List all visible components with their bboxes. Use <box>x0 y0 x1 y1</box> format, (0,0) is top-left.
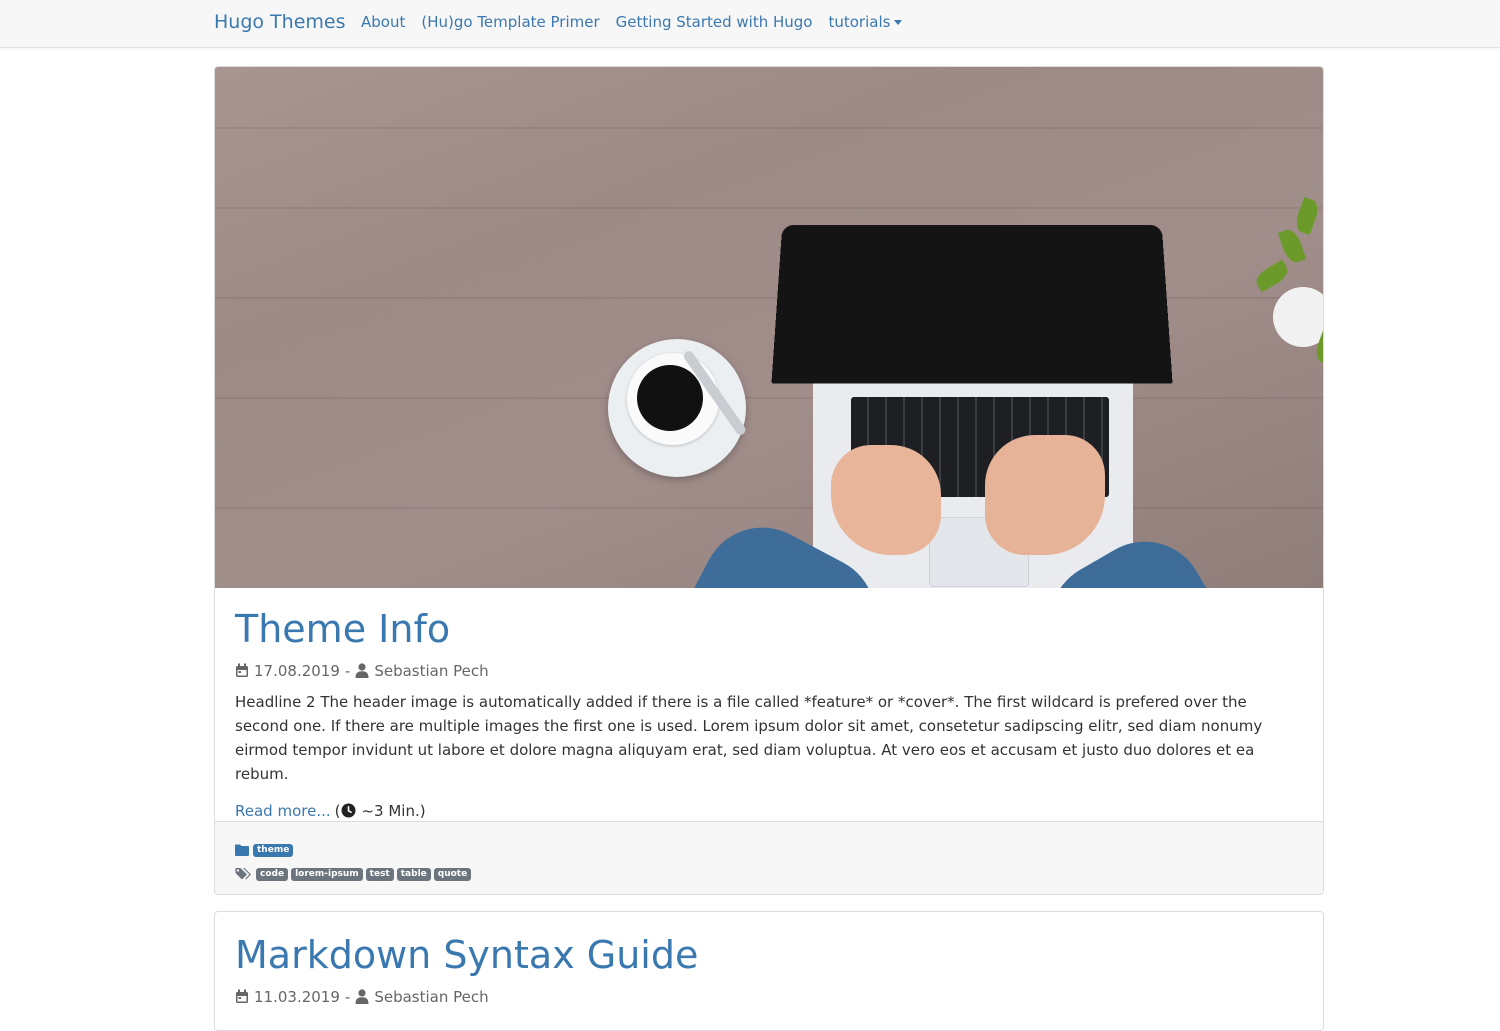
calendar-icon <box>236 989 248 1004</box>
coffee <box>637 365 703 431</box>
tag-badge[interactable]: quote <box>433 867 472 881</box>
post-footer: theme code lorem-ipsum test table quote <box>215 821 1323 894</box>
meta-separator: - <box>344 661 351 680</box>
folder-icon <box>235 844 249 856</box>
wood-plank-line <box>215 207 1323 209</box>
user-icon <box>355 989 369 1005</box>
post-summary: Headline 2 The header image is automatic… <box>235 692 1263 783</box>
category-row: theme <box>235 840 1303 860</box>
user-icon <box>355 663 369 679</box>
post-body: Markdown Syntax Guide 11.03.2019 - Sebas… <box>215 912 1323 1006</box>
plant-leaf <box>1292 196 1322 236</box>
tag-badge[interactable]: lorem-ipsum <box>291 867 363 881</box>
tags-row: code lorem-ipsum test table quote <box>235 864 1303 884</box>
read-more-link[interactable]: Read more... <box>235 802 331 820</box>
plant-leaf <box>1252 259 1292 293</box>
reading-time: ~3 Min.) <box>361 801 426 820</box>
wood-plank-line <box>215 127 1323 129</box>
nav-link-template-primer[interactable]: (Hu)go Template Primer <box>421 13 599 31</box>
nav-link-about[interactable]: About <box>361 13 405 31</box>
read-more-row: Read more... ( ~3 Min.) <box>235 802 1303 820</box>
caret-down-icon <box>894 20 903 25</box>
post-author: Sebastian Pech <box>374 661 489 680</box>
post-body: Theme Info 17.08.2019 - Sebastian Pech H… <box>215 588 1323 820</box>
reading-time-open: ( <box>334 801 341 820</box>
wood-plank-line <box>215 507 1323 509</box>
clock-icon <box>341 803 356 818</box>
right-hand <box>985 435 1105 555</box>
brand-link[interactable]: Hugo Themes <box>214 11 346 33</box>
nav-links: About (Hu)go Template Primer Getting Sta… <box>361 13 918 31</box>
nav-dropdown-label: tutorials <box>828 13 891 31</box>
post-card: Markdown Syntax Guide 11.03.2019 - Sebas… <box>214 911 1324 1031</box>
post-date: 17.08.2019 <box>254 661 340 680</box>
navbar: Hugo Themes About (Hu)go Template Primer… <box>0 0 1500 48</box>
tag-badge[interactable]: table <box>396 867 431 881</box>
calendar-icon <box>236 663 248 678</box>
post-meta: 17.08.2019 - Sebastian Pech <box>235 662 1303 680</box>
post-title[interactable]: Theme Info <box>235 607 1303 652</box>
post-date: 11.03.2019 <box>254 987 340 1006</box>
feature-image[interactable] <box>215 67 1323 588</box>
tag-badge[interactable]: code <box>256 867 289 881</box>
meta-separator: - <box>344 987 351 1006</box>
category-badge[interactable]: theme <box>253 843 294 857</box>
post-card: Theme Info 17.08.2019 - Sebastian Pech H… <box>214 66 1324 895</box>
tags-icon <box>235 868 251 880</box>
laptop-screen <box>771 224 1173 384</box>
wood-plank-line <box>215 397 1323 399</box>
post-title[interactable]: Markdown Syntax Guide <box>235 933 1303 978</box>
post-meta: 11.03.2019 - Sebastian Pech <box>235 988 1303 1006</box>
nav-dropdown-tutorials[interactable]: tutorials <box>828 13 903 31</box>
nav-link-getting-started[interactable]: Getting Started with Hugo <box>616 13 813 31</box>
plant-pot <box>1273 287 1323 347</box>
tag-badge[interactable]: test <box>365 867 394 881</box>
post-author: Sebastian Pech <box>374 987 489 1006</box>
